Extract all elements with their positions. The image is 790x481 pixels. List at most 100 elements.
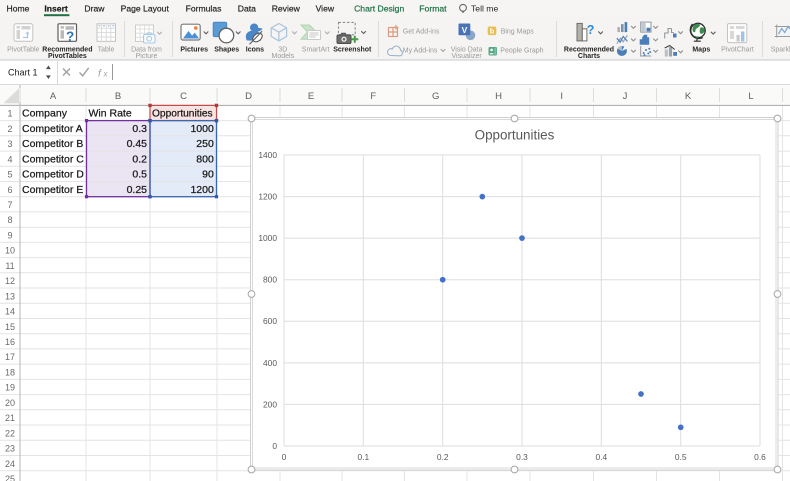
svg-text:Table: Table	[98, 46, 115, 53]
svg-text:Draw: Draw	[84, 4, 105, 14]
svg-text:PivotChart: PivotChart	[721, 46, 754, 53]
svg-text:23: 23	[5, 444, 15, 454]
svg-text:0.4: 0.4	[595, 452, 607, 462]
svg-text:SmartArt: SmartArt	[302, 46, 330, 53]
svg-text:4: 4	[7, 154, 12, 164]
svg-text:?: ?	[587, 23, 595, 37]
svg-text:200: 200	[263, 399, 277, 409]
svg-text:G: G	[432, 91, 439, 102]
svg-text:1000: 1000	[258, 233, 277, 243]
svg-text:0.3: 0.3	[516, 452, 528, 462]
svg-text:C: C	[180, 91, 187, 102]
svg-text:25: 25	[5, 474, 15, 481]
svg-text:?: ?	[66, 29, 74, 44]
svg-text:16: 16	[5, 337, 15, 347]
svg-text:5: 5	[7, 170, 12, 180]
svg-text:My Add-ins: My Add-ins	[403, 48, 438, 55]
svg-text:K: K	[685, 91, 692, 102]
svg-text:Shapes: Shapes	[214, 46, 239, 53]
svg-text:7: 7	[7, 200, 12, 210]
svg-text:0: 0	[282, 452, 287, 462]
svg-text:Competitor E: Competitor E	[22, 184, 83, 196]
svg-text:0.25: 0.25	[127, 184, 148, 196]
svg-text:D: D	[245, 91, 252, 102]
svg-text:19: 19	[5, 383, 15, 393]
svg-text:Company: Company	[22, 108, 68, 120]
svg-text:PivotTable: PivotTable	[7, 46, 39, 53]
svg-text:Charts: Charts	[578, 53, 600, 60]
svg-text:0.2: 0.2	[437, 452, 449, 462]
svg-text:400: 400	[263, 358, 277, 368]
svg-text:Sparkl: Sparkl	[771, 46, 790, 53]
svg-text:B: B	[115, 91, 121, 102]
svg-text:11: 11	[5, 261, 14, 271]
svg-text:L: L	[748, 91, 753, 102]
svg-text:22: 22	[5, 428, 15, 438]
svg-text:Page Layout: Page Layout	[121, 4, 170, 14]
svg-text:1200: 1200	[190, 184, 214, 196]
svg-text:J: J	[623, 91, 628, 102]
svg-text:10: 10	[5, 246, 15, 256]
svg-text:Home: Home	[7, 4, 30, 14]
svg-text:PivotTables: PivotTables	[48, 53, 87, 60]
svg-text:0: 0	[272, 441, 277, 451]
svg-text:Models: Models	[272, 53, 295, 60]
svg-text:Picture: Picture	[136, 53, 158, 60]
svg-text:0.5: 0.5	[675, 452, 687, 462]
svg-text:6: 6	[7, 185, 12, 195]
svg-text:Data: Data	[238, 4, 256, 14]
svg-text:F: F	[370, 91, 376, 102]
svg-text:Review: Review	[272, 4, 301, 14]
svg-text:View: View	[316, 4, 335, 14]
svg-text:Bing Maps: Bing Maps	[501, 29, 535, 36]
svg-text:Chart Design: Chart Design	[354, 4, 404, 14]
svg-text:9: 9	[7, 231, 12, 241]
svg-text:Format: Format	[419, 4, 447, 14]
svg-text:15: 15	[5, 322, 15, 332]
svg-text:14: 14	[5, 307, 15, 317]
svg-text:A: A	[50, 91, 57, 102]
svg-text:0.5: 0.5	[132, 169, 147, 181]
svg-text:Win Rate: Win Rate	[89, 108, 132, 120]
svg-text:I: I	[560, 91, 563, 102]
svg-text:1200: 1200	[258, 192, 277, 202]
svg-text:0.45: 0.45	[127, 138, 148, 150]
svg-text:Tell me: Tell me	[471, 4, 498, 14]
svg-text:800: 800	[263, 275, 277, 285]
svg-text:2: 2	[7, 124, 12, 134]
svg-text:Competitor B: Competitor B	[22, 138, 83, 150]
svg-text:Maps: Maps	[692, 46, 710, 53]
svg-text:Screenshot: Screenshot	[333, 46, 372, 53]
svg-text:0.2: 0.2	[132, 153, 147, 165]
svg-text:24: 24	[5, 459, 15, 469]
svg-text:20: 20	[5, 398, 15, 408]
svg-text:E: E	[308, 91, 314, 102]
svg-text:People Graph: People Graph	[500, 48, 543, 55]
svg-text:21: 21	[5, 413, 15, 423]
svg-text:Icons: Icons	[246, 46, 264, 53]
svg-text:3: 3	[7, 139, 12, 149]
svg-text:600: 600	[263, 316, 277, 326]
svg-text:90: 90	[202, 169, 214, 181]
svg-text:800: 800	[196, 153, 214, 165]
svg-text:Competitor C: Competitor C	[22, 153, 84, 165]
svg-text:V: V	[462, 25, 468, 35]
svg-text:H: H	[495, 91, 502, 102]
svg-text:Opportunities: Opportunities	[152, 109, 213, 120]
svg-text:Pictures: Pictures	[180, 46, 208, 53]
svg-text:1000: 1000	[190, 123, 214, 135]
svg-text:b: b	[490, 26, 495, 35]
svg-text:8: 8	[7, 215, 12, 225]
svg-text:Competitor A: Competitor A	[22, 123, 83, 135]
svg-text:18: 18	[5, 367, 15, 377]
svg-text:Formulas: Formulas	[186, 4, 222, 14]
svg-text:Get Add-ins: Get Add-ins	[403, 29, 440, 36]
svg-text:Competitor D: Competitor D	[22, 169, 84, 181]
svg-text:0.3: 0.3	[132, 123, 147, 135]
svg-text:Chart 1: Chart 1	[8, 68, 38, 78]
svg-text:1: 1	[7, 109, 12, 119]
svg-text:17: 17	[5, 352, 15, 362]
svg-text:1400: 1400	[258, 150, 277, 160]
svg-text:250: 250	[196, 138, 214, 150]
svg-text:12: 12	[5, 276, 15, 286]
